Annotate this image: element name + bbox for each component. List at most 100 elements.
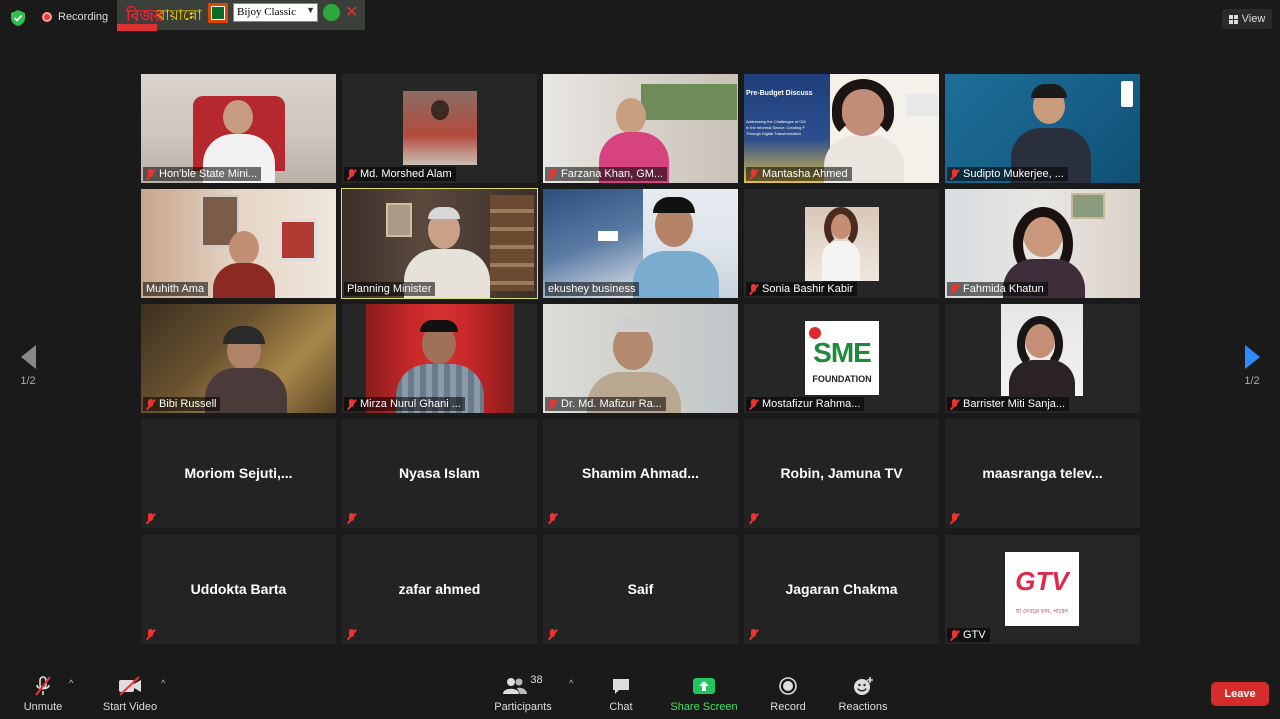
participant-tile[interactable]: Saif xyxy=(543,535,738,644)
participant-tile[interactable]: Shamim Ahmad... xyxy=(543,419,738,528)
participant-hair xyxy=(1031,84,1067,98)
participant-tile[interactable]: Robin, Jamuna TV xyxy=(744,419,939,528)
page-indicator-right: 1/2 xyxy=(1244,375,1260,387)
participant-head xyxy=(616,98,646,134)
gtv-tagline: যা দেখতে চান, পাবেন xyxy=(1015,609,1068,615)
chat-label: Chat xyxy=(609,701,633,713)
participants-icon xyxy=(503,678,528,694)
portrait-frame xyxy=(386,203,412,237)
gallery-grid: Hon'ble State Mini... Md. Morshed Alam F… xyxy=(141,74,1140,644)
participant-tile[interactable]: Jagaran Chakma xyxy=(744,535,939,644)
participant-tile[interactable]: Moriom Sejuti,... xyxy=(141,419,336,528)
participant-name-label: ekushey business xyxy=(545,282,640,296)
participant-tile[interactable]: Md. Morshed Alam xyxy=(342,74,537,183)
shield-icon[interactable] xyxy=(9,9,27,27)
meeting-toolbar: Unmute ^ Start Video ^ 38 Participants ^ xyxy=(0,668,1280,719)
participant-name: Jagaran Chakma xyxy=(785,581,898,597)
grid-icon xyxy=(1228,14,1238,24)
muted-mic-icon xyxy=(950,398,959,410)
prev-page-button[interactable]: 1/2 xyxy=(8,345,48,387)
start-video-button[interactable]: Start Video xyxy=(100,675,160,713)
unmute-label: Unmute xyxy=(23,701,63,713)
slide-title: Pre-Budget Discuss xyxy=(746,90,813,97)
muted-mic-icon xyxy=(347,513,356,524)
leave-button[interactable]: Leave xyxy=(1211,682,1269,706)
banner-logo xyxy=(598,231,618,241)
muted-mic-icon xyxy=(347,168,356,180)
participant-tile[interactable]: Dr. Md. Mafizur Ra... xyxy=(543,304,738,413)
view-button[interactable]: View xyxy=(1222,9,1272,29)
participant-name-label: Muhith Ama xyxy=(143,282,209,296)
muted-mic-icon xyxy=(347,398,356,410)
participant-tile[interactable]: Muhith Ama xyxy=(141,189,336,298)
participant-tile[interactable]: Pre-Budget Discuss Addressing the Challe… xyxy=(744,74,939,183)
close-icon[interactable]: ✕ xyxy=(345,2,358,22)
participant-tile[interactable]: SME FOUNDATION Mostafizur Rahma... xyxy=(744,304,939,413)
muted-mic-icon xyxy=(950,629,959,641)
participant-body xyxy=(633,251,719,298)
participant-tile[interactable]: Bibi Russell xyxy=(141,304,336,413)
participant-body xyxy=(1009,360,1075,396)
participant-name-label: Farzana Khan, GM... xyxy=(545,167,668,181)
participant-tile-active-speaker[interactable]: Planning Minister xyxy=(341,188,538,299)
reactions-icon xyxy=(854,677,873,695)
participant-tile[interactable]: Barrister Miti Sanja... xyxy=(945,304,1140,413)
muted-mic-icon xyxy=(749,398,758,410)
record-button[interactable]: Record xyxy=(768,675,808,713)
record-label: Record xyxy=(770,701,806,713)
microphone-muted-icon xyxy=(35,676,51,696)
recording-indicator[interactable]: Recording xyxy=(42,11,108,23)
muted-mic-icon xyxy=(146,629,155,640)
participant-hair xyxy=(653,197,695,213)
unmute-button[interactable]: Unmute xyxy=(18,675,68,713)
participant-tile[interactable]: Fahmida Khatun xyxy=(945,189,1140,298)
participant-hair xyxy=(832,79,894,139)
sme-foundation-logo: SME FOUNDATION xyxy=(805,321,879,395)
muted-mic-icon xyxy=(548,168,557,180)
participant-head xyxy=(229,231,259,265)
next-page-button[interactable]: 1/2 xyxy=(1232,345,1272,387)
keyboard-layout-select[interactable]: Bijoy Classic ▼ xyxy=(233,3,318,22)
participant-name: Moriom Sejuti,... xyxy=(184,465,293,481)
chat-icon xyxy=(613,679,629,694)
muted-mic-icon xyxy=(146,513,155,524)
reactions-button[interactable]: Reactions xyxy=(836,675,890,713)
participant-tile[interactable]: Sonia Bashir Kabir xyxy=(744,189,939,298)
participant-tile[interactable]: Uddokta Barta xyxy=(141,535,336,644)
chat-button[interactable]: Chat xyxy=(603,675,639,713)
arrow-right-icon xyxy=(1244,345,1260,369)
participants-button[interactable]: 38 Participants xyxy=(490,674,556,713)
muted-mic-icon xyxy=(146,398,155,410)
view-label: View xyxy=(1241,13,1266,25)
sme-logo-text: SME xyxy=(813,337,872,368)
participant-tile[interactable]: Farzana Khan, GM... xyxy=(543,74,738,183)
audio-options-caret-icon[interactable]: ^ xyxy=(69,678,73,688)
globe-icon[interactable] xyxy=(323,4,340,21)
participant-tile[interactable]: Sudipto Mukerjee, ... xyxy=(945,74,1140,183)
video-options-caret-icon[interactable]: ^ xyxy=(161,678,165,688)
participant-tile[interactable]: maasranga telev... xyxy=(945,419,1140,528)
participant-name-label: Hon'ble State Mini... xyxy=(143,167,262,181)
wall-painting xyxy=(279,219,317,261)
participant-body xyxy=(822,241,860,281)
muted-mic-icon xyxy=(950,283,959,295)
bangla-mode-icon[interactable] xyxy=(208,3,228,23)
muted-mic-icon xyxy=(749,168,758,180)
muted-mic-icon xyxy=(950,168,959,180)
participant-name-label: Md. Morshed Alam xyxy=(344,167,456,181)
muted-mic-icon xyxy=(548,513,557,524)
reactions-label: Reactions xyxy=(838,701,888,713)
participant-tile[interactable]: Hon'ble State Mini... xyxy=(141,74,336,183)
participant-name: zafar ahmed xyxy=(398,581,481,597)
participants-options-caret-icon[interactable]: ^ xyxy=(569,678,573,688)
participant-tile[interactable]: GTV যা দেখতে চান, পাবেন GTV xyxy=(945,535,1140,644)
painting xyxy=(641,84,737,120)
participant-hair xyxy=(613,318,653,332)
participant-tile[interactable]: Mirza Nurul Ghani ... xyxy=(342,304,537,413)
share-screen-button[interactable]: Share Screen xyxy=(668,675,740,713)
undp-logo xyxy=(1121,81,1133,107)
participant-tile[interactable]: zafar ahmed xyxy=(342,535,537,644)
participant-tile[interactable]: Nyasa Islam xyxy=(342,419,537,528)
participant-name: Shamim Ahmad... xyxy=(582,465,699,481)
participant-tile[interactable]: ekushey business xyxy=(543,189,738,298)
